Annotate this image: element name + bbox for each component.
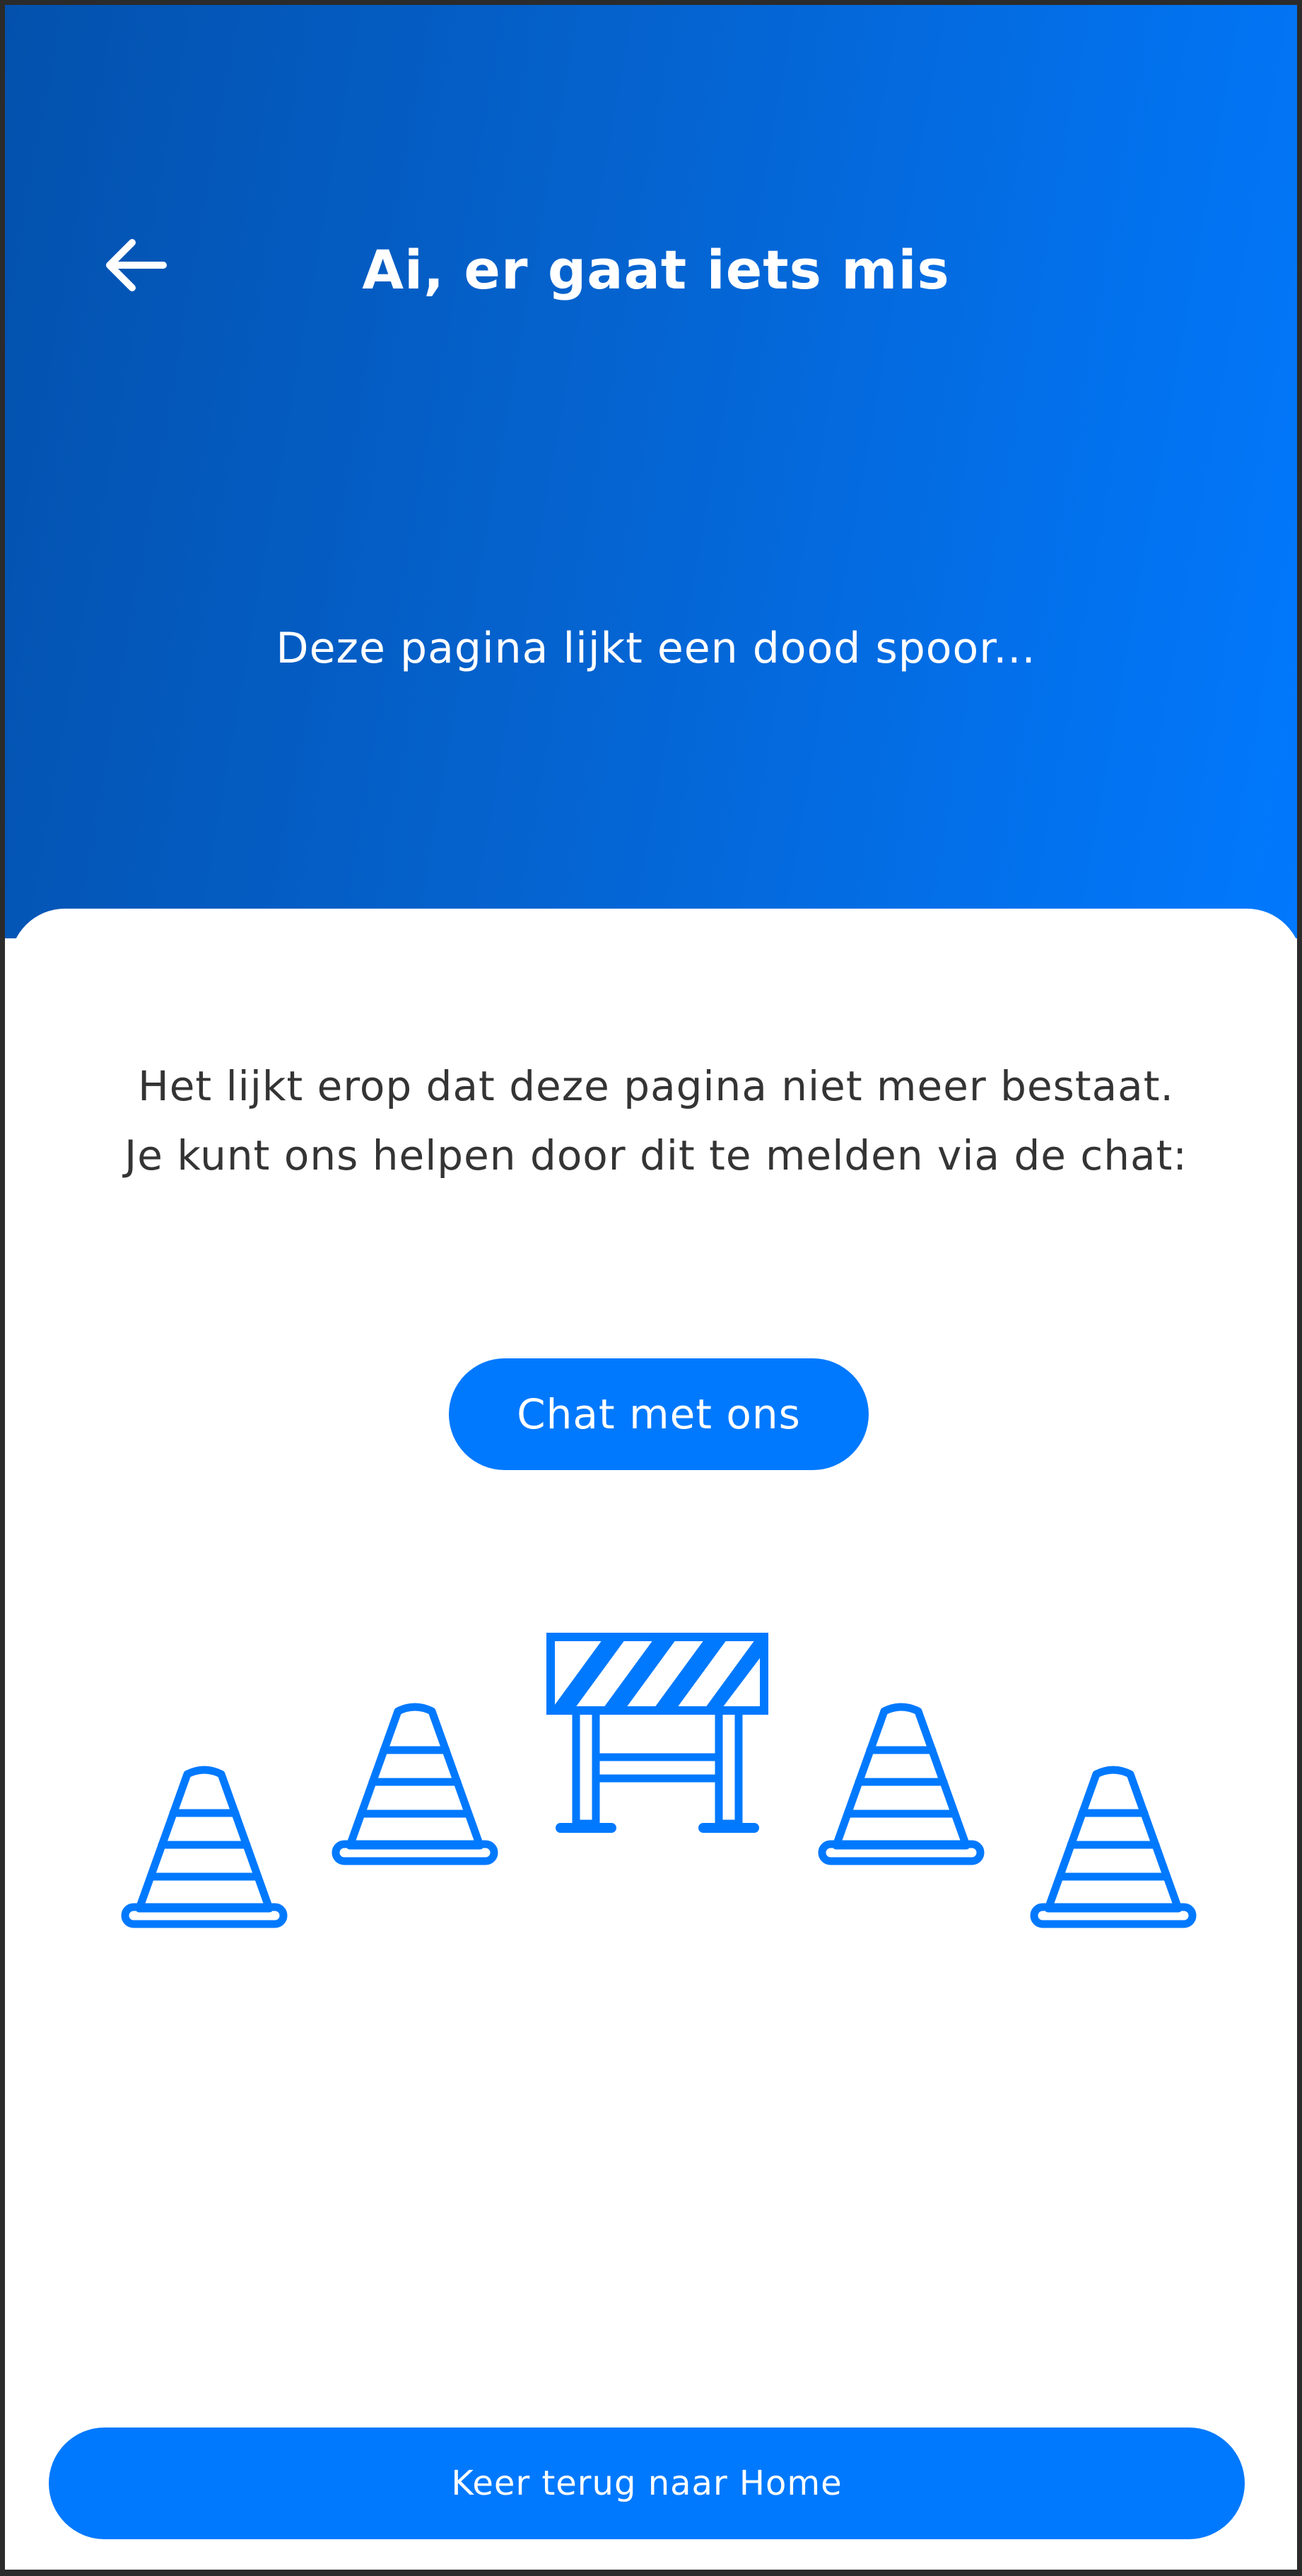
road-barrier-icon xyxy=(546,1633,768,1833)
page-title: Ai, er gaat iets mis xyxy=(362,238,950,301)
page-subtitle: Deze pagina lijkt een dood spoor... xyxy=(276,624,1036,673)
traffic-cone-icon xyxy=(1034,1770,1192,1924)
traffic-cone-icon xyxy=(125,1770,283,1924)
roadblock-illustration xyxy=(118,1631,1207,1942)
app-screen: Ai, er gaat iets mis Deze pagina lijkt e… xyxy=(0,0,1302,2576)
error-message-line-2: Je kunt ons helpen door dit te melden vi… xyxy=(124,1131,1187,1179)
error-message-line-1: Het lijkt erop dat deze pagina niet meer… xyxy=(138,1062,1174,1110)
error-message: Het lijkt erop dat deze pagina niet meer… xyxy=(47,1051,1265,1190)
traffic-cone-icon xyxy=(336,1707,494,1861)
traffic-cone-icon xyxy=(822,1707,980,1861)
back-to-home-button[interactable]: Keer terug naar Home xyxy=(49,2428,1245,2539)
header: Ai, er gaat iets mis Deze pagina lijkt e… xyxy=(5,5,1297,938)
chat-button[interactable]: Chat met ons xyxy=(449,1358,869,1470)
